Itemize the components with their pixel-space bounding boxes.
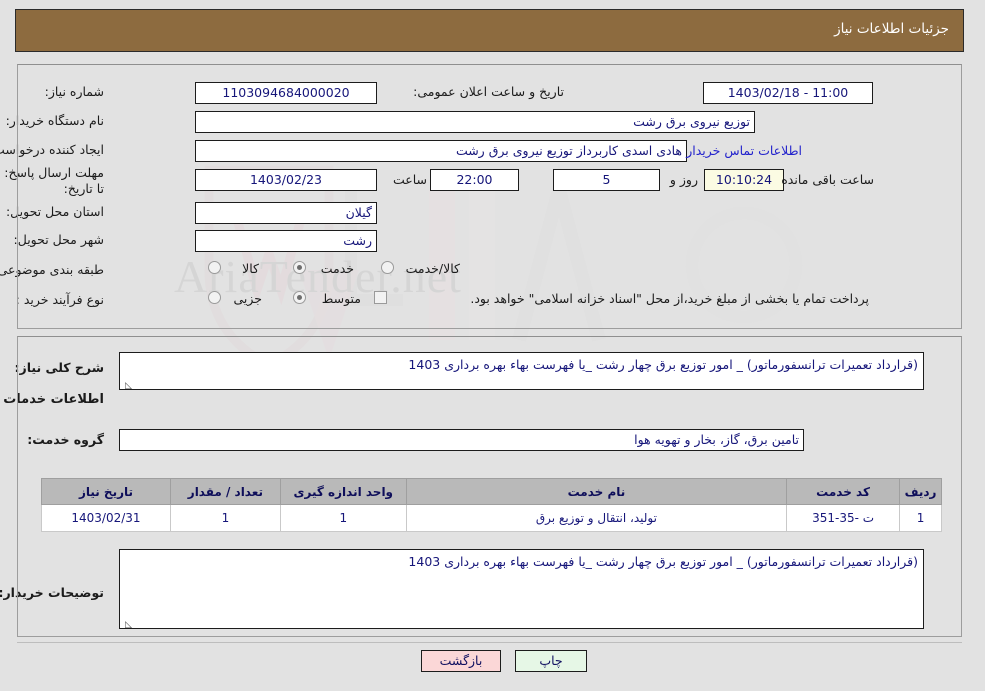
print-button[interactable]: چاپ: [516, 650, 588, 672]
page-header-banner: جزئیات اطلاعات نیاز: [16, 9, 965, 52]
need-details-panel: [18, 336, 963, 637]
footer-divider: [18, 642, 963, 643]
page-title: جزئیات اطلاعات نیاز: [835, 21, 950, 37]
page-root: AriaTender.net جزئیات اطلاعات نیاز شماره…: [0, 0, 985, 691]
back-button[interactable]: بازگشت: [422, 650, 502, 672]
need-info-panel: [18, 64, 963, 329]
